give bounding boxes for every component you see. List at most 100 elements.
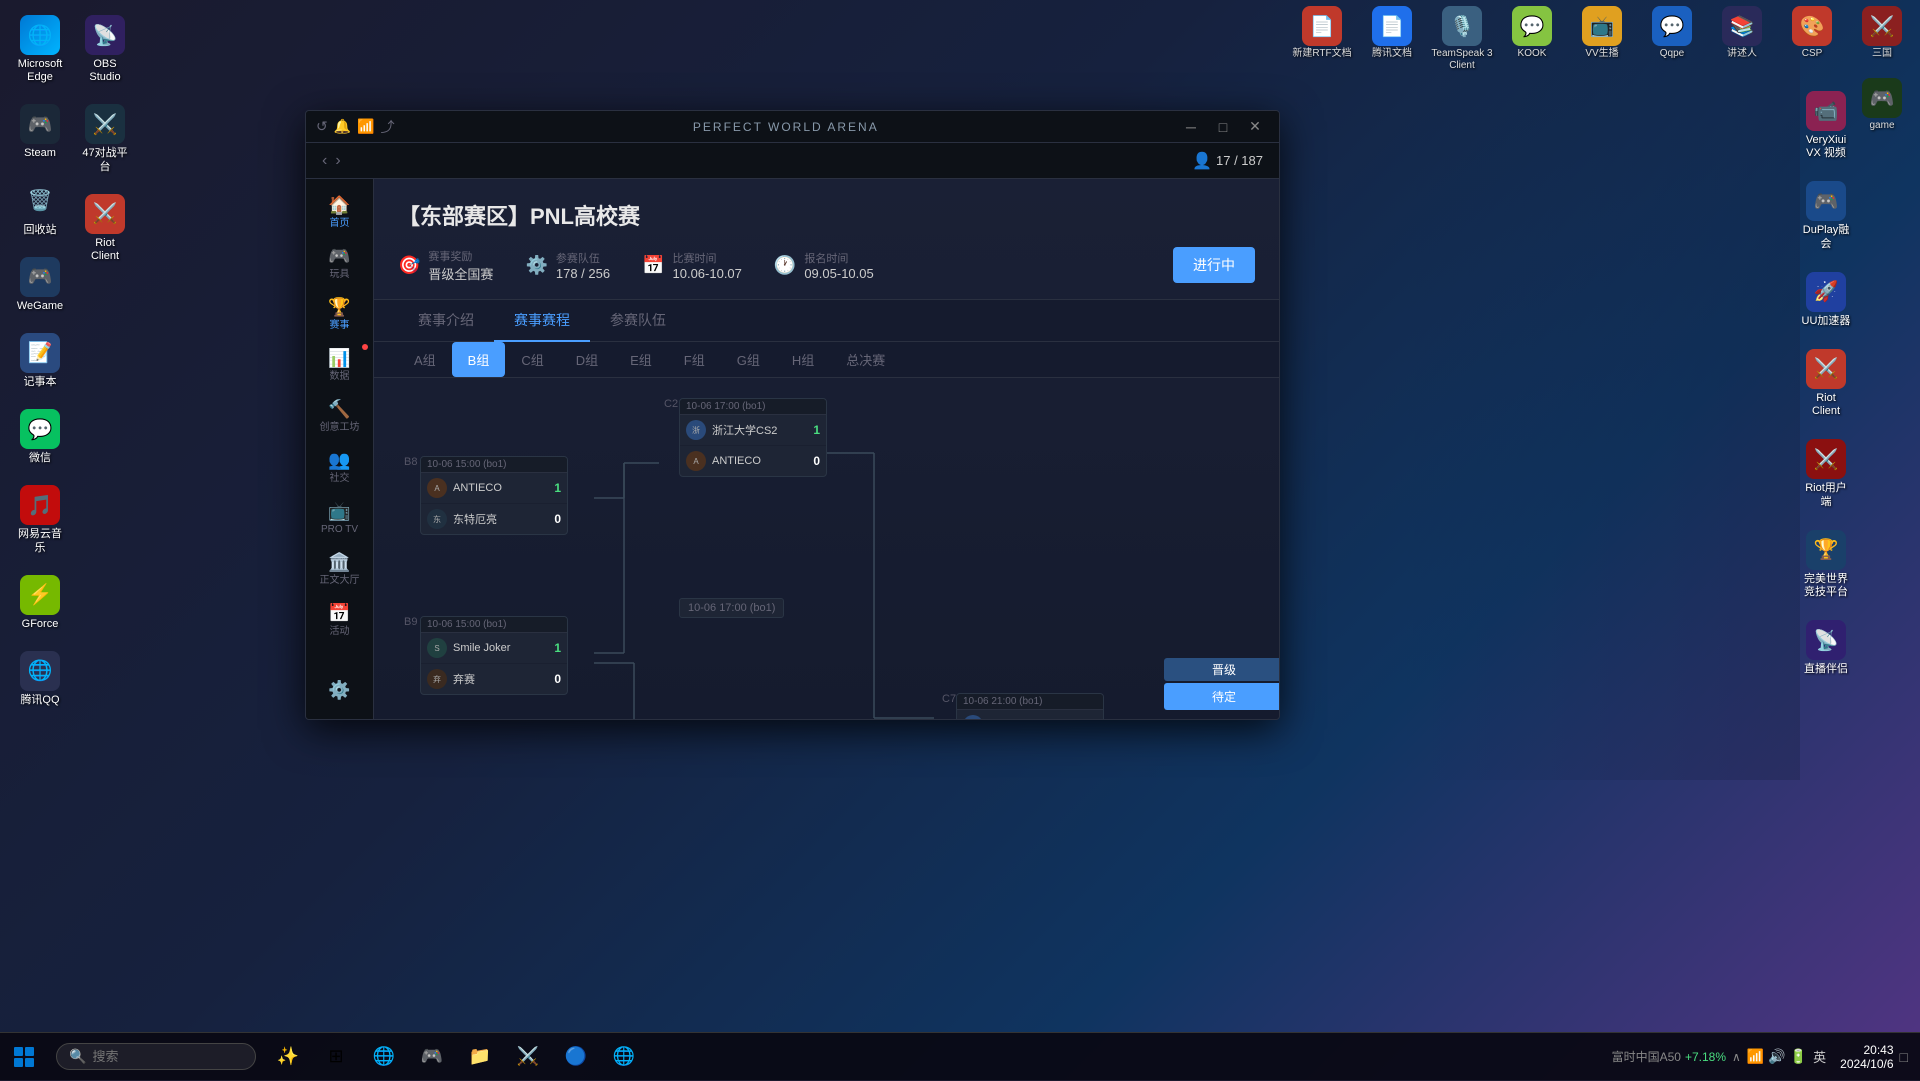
network-icon[interactable]: 📶 <box>1747 1048 1764 1065</box>
pwplat-icon[interactable]: 🏆 完美世界竞技平台 <box>1796 525 1856 604</box>
game-pad-icon: 🎮 <box>328 246 350 267</box>
nav-back-button[interactable]: ‹ <box>322 152 327 170</box>
notification-dot <box>362 344 368 350</box>
sidebar-item-data[interactable]: 📊 数据 <box>310 342 370 389</box>
nav-bar: ‹ › 👤 17 / 187 <box>306 143 1279 179</box>
sidebar-item-game[interactable]: 🎮 玩具 <box>310 240 370 287</box>
sidebar-item-hall[interactable]: 🏛️ 正文大厅 <box>310 546 370 593</box>
battery-icon[interactable]: 🔋 <box>1790 1048 1807 1065</box>
group-tab-f[interactable]: F组 <box>668 342 721 377</box>
sidebar-item-social[interactable]: 👥 社交 <box>310 444 370 491</box>
b8-team2-name: 东特厄亮 <box>453 511 541 527</box>
taskbar-riot-icon[interactable]: ⚔️ <box>506 1035 550 1079</box>
action-button[interactable]: 进行中 <box>1173 247 1255 283</box>
neteasemusic-icon[interactable]: 🎵 网易云音乐 <box>10 480 70 559</box>
group-tab-e[interactable]: E组 <box>614 342 668 377</box>
tab-teams[interactable]: 参赛队伍 <box>590 300 686 342</box>
uu-icon[interactable]: 🚀 UU加速器 <box>1796 267 1856 333</box>
pvp-icon[interactable]: ⚔️ 47对战平台 <box>75 99 135 178</box>
taskbar-steam-icon[interactable]: 🎮 <box>410 1035 454 1079</box>
wechat-label: 微信 <box>29 452 51 465</box>
minimize-button[interactable]: ─ <box>1177 116 1205 138</box>
start-button[interactable] <box>0 1033 48 1081</box>
search-icon: 🔍 <box>69 1048 86 1065</box>
social-icon: 👥 <box>328 450 350 471</box>
notepad-icon[interactable]: 📝 记事本 <box>10 328 70 394</box>
bell-icon[interactable]: 🔔 <box>334 118 351 135</box>
group-tab-c[interactable]: C组 <box>505 342 559 377</box>
obs-icon[interactable]: 📡 OBS Studio <box>75 10 135 89</box>
b9-team1-score: 1 <box>547 641 561 655</box>
vvbo-icon[interactable]: 📺 VV生播 <box>1570 6 1634 60</box>
stream-icon[interactable]: 📡 直播伴侣 <box>1796 615 1856 681</box>
notification-button[interactable]: □ <box>1900 1049 1908 1065</box>
maximize-button[interactable]: □ <box>1209 116 1237 138</box>
sidebar-item-workshop[interactable]: 🔨 创意工坊 <box>310 393 370 440</box>
tab-intro[interactable]: 赛事介绍 <box>398 300 494 342</box>
language-indicator[interactable]: 英 <box>1813 1047 1826 1066</box>
close-button[interactable]: ✕ <box>1241 116 1269 138</box>
tab-schedule[interactable]: 赛事赛程 <box>494 300 590 342</box>
tray-expand-button[interactable]: ∧ <box>1732 1050 1741 1064</box>
tournament-info: 🎯 赛事奖励 晋级全国赛 ⚙️ 参赛队伍 178 / 256 <box>398 247 1255 283</box>
main-content: 【东部赛区】PNL高校赛 🎯 赛事奖励 晋级全国赛 ⚙️ <box>374 179 1279 719</box>
teamspeak-icon[interactable]: 🎙️ TeamSpeak 3 Client <box>1430 6 1494 72</box>
search-input[interactable] <box>92 1049 242 1064</box>
taskbar-chrome-icon[interactable]: 🔵 <box>554 1035 598 1079</box>
sidebar-protv-label: PRO TV <box>321 524 358 536</box>
share-icon[interactable]: ⤴ <box>381 117 395 137</box>
taskbar-edge-icon[interactable]: 🌐 <box>362 1035 406 1079</box>
tencent-doc-icon[interactable]: 📄 腾讯文档 <box>1360 6 1424 60</box>
reward-label: 赛事奖励 <box>428 248 493 264</box>
group-tab-g[interactable]: G组 <box>721 342 776 377</box>
riot-user-icon[interactable]: ⚔️ Riot用户端 <box>1796 434 1856 513</box>
volume-icon[interactable]: 🔊 <box>1768 1048 1785 1065</box>
sidebar-item-home[interactable]: 🏠 首页 <box>310 189 370 236</box>
group-tab-d[interactable]: D组 <box>560 342 614 377</box>
veryxiui-icon[interactable]: 📹 VeryXiui VX 视频 <box>1796 86 1856 165</box>
narrator-icon[interactable]: 📚 讲述人 <box>1710 6 1774 60</box>
group-tab-a[interactable]: A组 <box>398 342 452 377</box>
rtf-doc-icon[interactable]: 📄 新建RTF文档 <box>1290 6 1354 60</box>
counter-left-icon[interactable]: 🌐 腾讯QQ <box>10 646 70 712</box>
reg-label: 报名时间 <box>804 250 873 266</box>
group-tab-h[interactable]: H组 <box>776 342 830 377</box>
taskbar-browser2-icon[interactable]: 🌐 <box>602 1035 646 1079</box>
date-value: 10.06-10.07 <box>673 266 742 281</box>
taskbar-files-icon[interactable]: 📁 <box>458 1035 502 1079</box>
kook-icon[interactable]: 💬 KOOK <box>1500 6 1564 60</box>
sidebar-item-activity[interactable]: 📅 活动 <box>310 597 370 644</box>
gforce-icon[interactable]: ⚡ GForce <box>10 570 70 636</box>
taskbar-search-bar[interactable]: 🔍 <box>56 1043 256 1070</box>
qqpe-icon[interactable]: 💬 Qqpe <box>1640 6 1704 60</box>
sidebar-item-bottom[interactable]: ⚙️ <box>310 674 370 709</box>
steam-icon[interactable]: 🎮 Steam <box>10 99 70 165</box>
bottom-time-label: 10-06 17:00 (bo1) <box>679 598 784 618</box>
date-info: 📅 比赛时间 10.06-10.07 <box>642 250 742 281</box>
group-tab-b[interactable]: B组 <box>452 342 506 377</box>
wegame-icon[interactable]: 🎮 WeGame <box>10 252 70 318</box>
sanguo-icon[interactable]: ⚔️ 三国 <box>1850 6 1914 60</box>
duplay-icon[interactable]: 🎮 DuPlay融会 <box>1796 176 1856 255</box>
riot-icon[interactable]: ⚔️ Riot Client <box>75 189 135 268</box>
nav-forward-button[interactable]: › <box>335 152 340 170</box>
system-clock[interactable]: 20:43 2024/10/6 <box>1840 1043 1893 1071</box>
refresh-icon[interactable]: ↺ <box>316 118 328 135</box>
microsoft-edge-icon[interactable]: 🌐 Microsoft Edge <box>10 10 70 89</box>
gforce-label: GForce <box>22 618 59 631</box>
sidebar-item-protv[interactable]: 📺 PRO TV <box>310 495 370 542</box>
wechat-icon[interactable]: 💬 微信 <box>10 404 70 470</box>
recycle-bin-icon[interactable]: 🗑️ 回收站 <box>10 176 70 242</box>
b8-team1-avatar: A <box>427 478 447 498</box>
taskbar-taskview-icon[interactable]: ⊞ <box>314 1035 358 1079</box>
advance-confirm-button[interactable]: 待定 <box>1164 683 1279 710</box>
signal-icon[interactable]: 📶 <box>357 118 374 135</box>
taskbar-copilot-icon[interactable]: ✨ <box>266 1035 310 1079</box>
sidebar-item-esports[interactable]: 🏆 赛事 <box>310 291 370 338</box>
group-tab-final[interactable]: 总决赛 <box>830 342 901 377</box>
riot-client-icon[interactable]: ⚔️ Riot Client <box>1796 344 1856 423</box>
csp-icon[interactable]: 🎨 CSP <box>1780 6 1844 60</box>
chart-icon: 📊 <box>328 348 350 369</box>
nav-counter-text: 17 / 187 <box>1216 153 1263 168</box>
c2-team2-name: ANTIECO <box>712 455 800 467</box>
